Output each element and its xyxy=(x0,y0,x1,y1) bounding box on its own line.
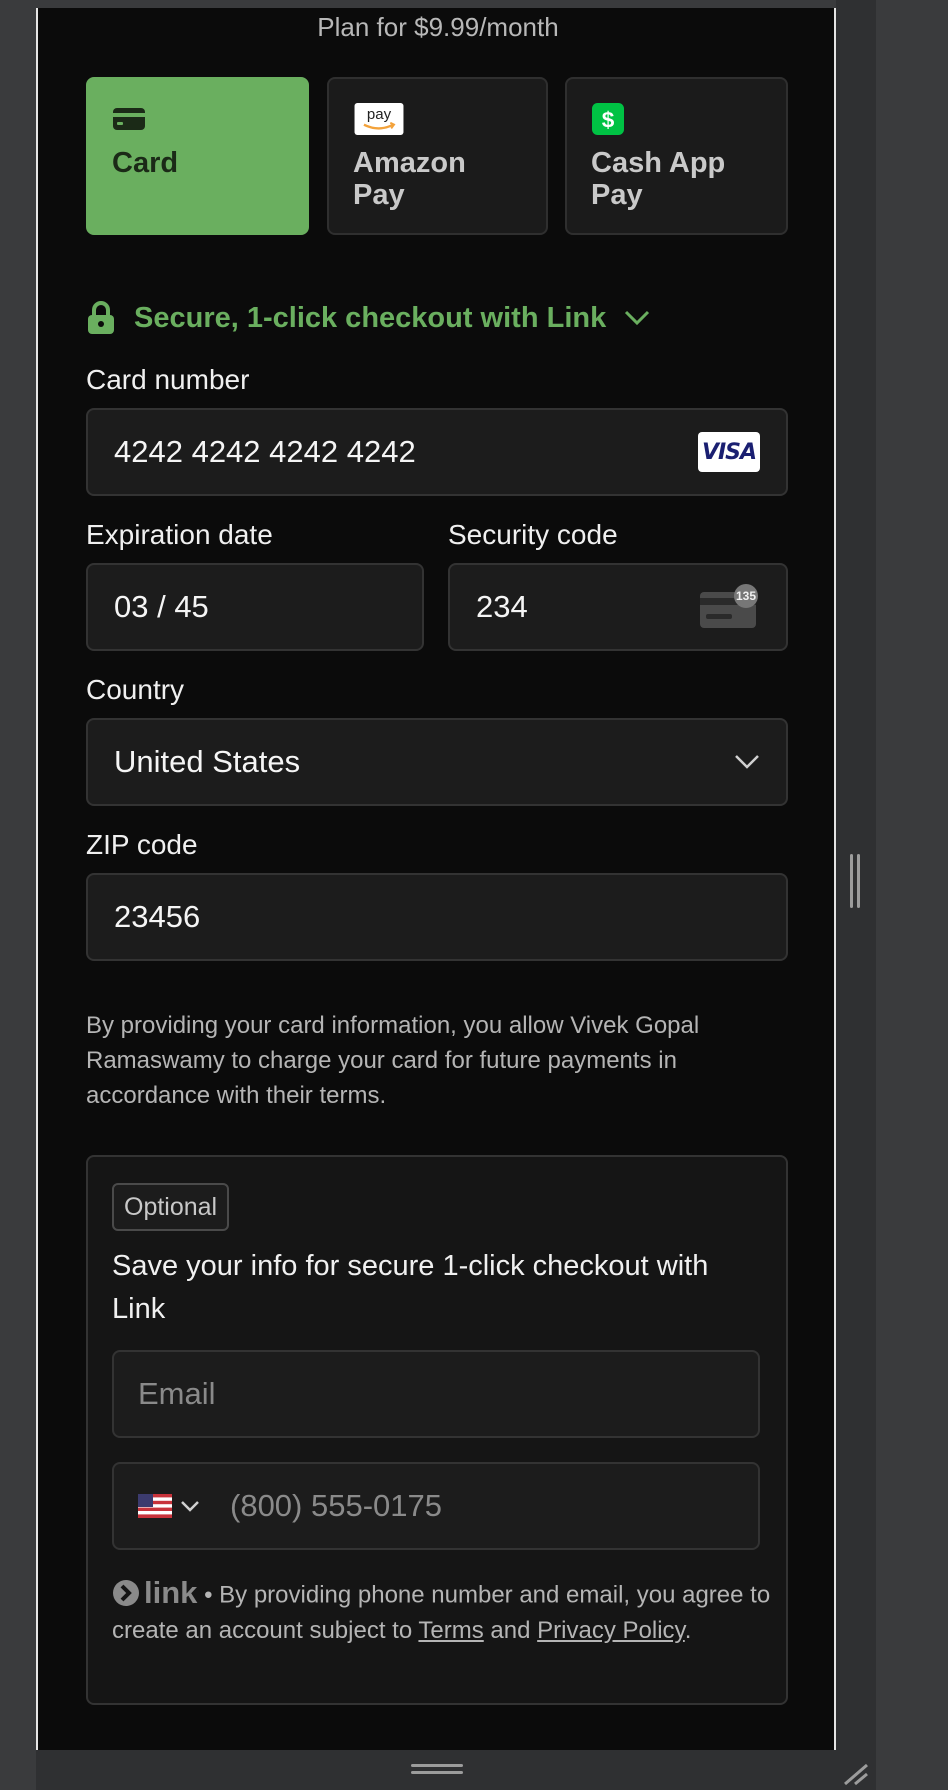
vertical-resize-handle[interactable] xyxy=(850,854,862,908)
tab-amazon-pay[interactable]: pay Amazon Pay xyxy=(327,77,548,235)
tab-cash-app-pay-label: Cash App Pay xyxy=(591,147,726,211)
country-label: Country xyxy=(86,674,185,705)
cvc-label: Security code xyxy=(448,519,618,550)
card-number-value: 4242 4242 4242 4242 xyxy=(114,434,416,469)
us-flag-icon[interactable] xyxy=(138,1494,172,1518)
chevron-down-icon xyxy=(735,755,759,769)
chevron-down-icon[interactable] xyxy=(180,1500,200,1512)
plan-text: Plan for $9.99/month xyxy=(317,12,559,42)
corner-resize-icon[interactable] xyxy=(841,1762,869,1786)
tab-amazon-pay-label: Amazon Pay xyxy=(353,147,466,211)
visa-icon: VISA xyxy=(698,432,760,472)
country-select[interactable]: United States xyxy=(86,718,788,806)
card-number-label: Card number xyxy=(86,364,250,395)
tab-cash-app-pay[interactable]: $ Cash App Pay xyxy=(565,77,788,235)
svg-text:$: $ xyxy=(602,107,615,132)
expiry-value: 03 / 45 xyxy=(114,589,209,624)
link-footer-and: and xyxy=(483,1616,538,1644)
window-left-gutter xyxy=(0,0,36,1790)
cvc-input[interactable]: 234 135 xyxy=(448,563,788,651)
lock-icon xyxy=(88,301,114,334)
cvc-value: 234 xyxy=(476,589,528,624)
tab-card-label: Card xyxy=(112,147,179,179)
consent-text: By providing your card information, you … xyxy=(86,1012,700,1109)
checkout-panel: Plan for $9.99/month Card pay Amazon Pay… xyxy=(36,8,836,1750)
svg-text:135: 135 xyxy=(736,589,756,603)
link-logo-icon xyxy=(113,1579,139,1606)
link-logo: link xyxy=(112,1575,197,1610)
window-right-gutter xyxy=(876,0,948,1790)
card-number-input[interactable]: 4242 4242 4242 4242 VISA xyxy=(86,408,788,496)
svg-text:pay: pay xyxy=(367,106,392,123)
expiry-input[interactable]: 03 / 45 xyxy=(86,563,424,651)
window-top-strip xyxy=(36,0,876,8)
email-field[interactable]: Email xyxy=(112,1350,760,1438)
zip-input[interactable]: 23456 xyxy=(86,873,788,961)
tab-card[interactable]: Card xyxy=(86,77,309,235)
link-save-box: Optional Save your info for secure 1-cli… xyxy=(86,1155,788,1705)
phone-field[interactable]: (800) 555-0175 xyxy=(112,1462,760,1550)
amazon-pay-icon: pay xyxy=(354,103,404,135)
link-checkout-toggle[interactable]: Secure, 1-click checkout with Link xyxy=(86,298,650,338)
window-bottom-bar xyxy=(36,1750,876,1790)
phone-placeholder: (800) 555-0175 xyxy=(230,1488,442,1523)
link-footer: link • By providing phone number and ema… xyxy=(112,1575,772,1648)
link-save-title: Save your info for secure 1-click checko… xyxy=(112,1250,709,1325)
link-footer-end: . xyxy=(684,1616,692,1644)
cvc-card-icon: 135 xyxy=(700,584,758,628)
card-icon xyxy=(113,108,145,130)
zip-label: ZIP code xyxy=(86,829,198,860)
optional-badge: Optional xyxy=(112,1183,230,1231)
email-placeholder: Email xyxy=(138,1376,216,1411)
expiry-label: Expiration date xyxy=(86,519,273,550)
horizontal-resize-handle[interactable] xyxy=(411,1764,463,1776)
terms-link[interactable]: Terms xyxy=(418,1617,483,1644)
link-checkout-label: Secure, 1-click checkout with Link xyxy=(134,301,607,334)
link-logo-text: link xyxy=(144,1575,198,1610)
zip-value: 23456 xyxy=(114,899,201,934)
cash-app-icon: $ xyxy=(592,103,624,135)
country-value: United States xyxy=(114,744,301,779)
chevron-down-icon xyxy=(625,310,650,326)
privacy-policy-link[interactable]: Privacy Policy xyxy=(537,1617,685,1644)
